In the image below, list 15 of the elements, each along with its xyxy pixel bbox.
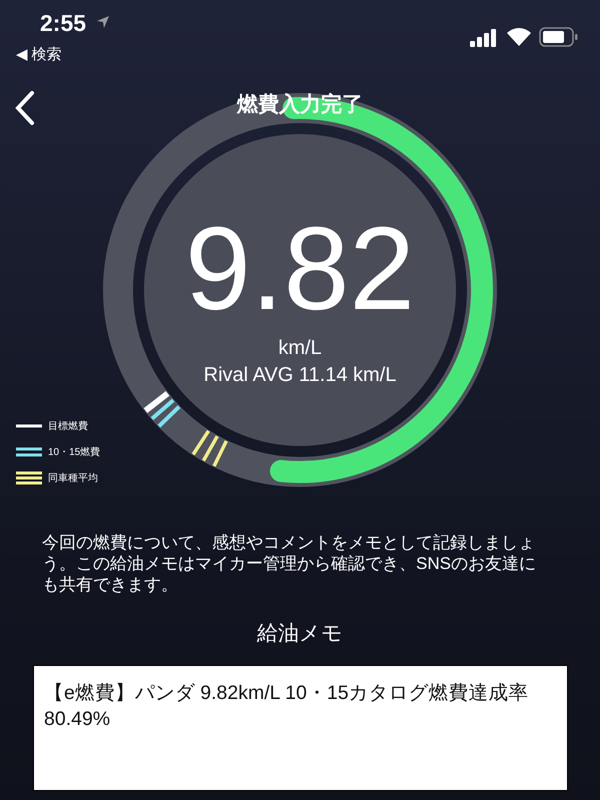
memo-heading: 給油メモ (256, 621, 344, 647)
unit-label: km/L (278, 337, 322, 360)
signal-icon (470, 29, 498, 47)
description-text: 今回の燃費について、感想やコメントをメモとして記録しましょう。この給油メモはマイカー管理から確認でき、SNSのお友達にも共有できます。 (42, 532, 537, 595)
rival-average: Rival AVG 11.14 km/L (204, 364, 396, 387)
fuel-economy-value: 9.82 (185, 210, 415, 328)
memo-field[interactable]: 【e燃費】パンダ 9.82km/L 10・15カタログ燃費達成率80.49% (33, 665, 568, 791)
status-time: 2:55 (40, 10, 86, 37)
location-arrow-icon (96, 15, 110, 29)
legend-label: 目標燃費 (48, 420, 88, 433)
wifi-icon (507, 28, 531, 46)
back-to-app-link[interactable]: ◀ 検索 (16, 45, 62, 64)
legend-label: 同車種平均 (48, 472, 98, 485)
battery-icon (539, 27, 579, 47)
legend-label: 10・15燃費 (48, 446, 100, 459)
